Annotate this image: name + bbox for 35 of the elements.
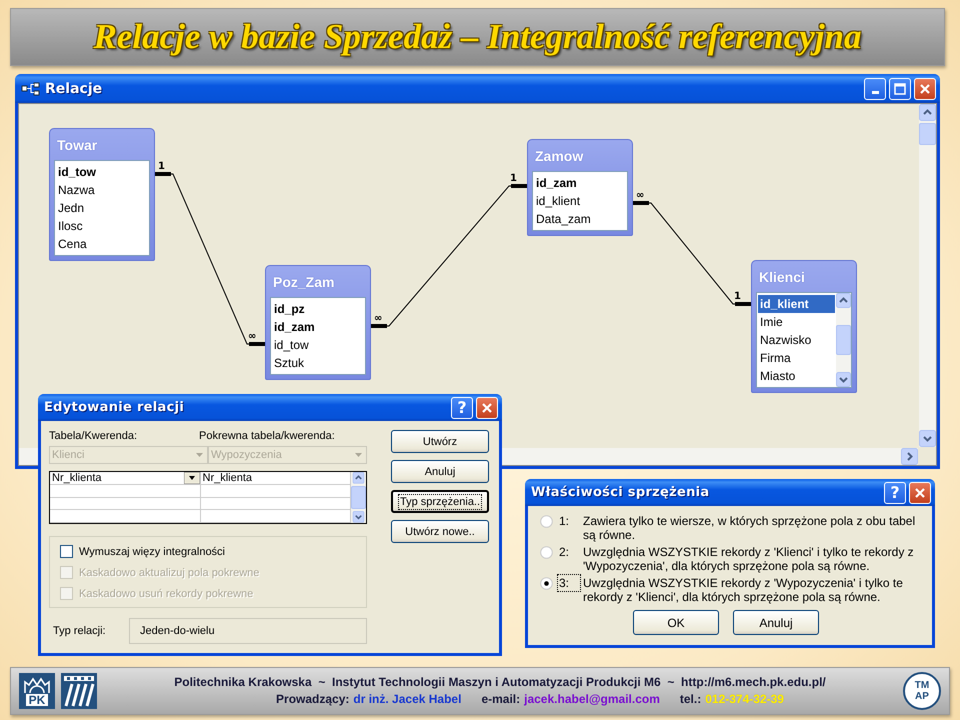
checkbox-label: Kaskadowo aktualizuj pola pokrewne	[79, 566, 260, 578]
field-label: Tabela/Kwerenda:	[49, 429, 138, 444]
checkbox-label: Wymuszaj więzy integralności	[79, 546, 226, 558]
field-label: Pokrewna tabela/kwerenda:	[199, 429, 336, 444]
cardinality-label: 1	[734, 291, 741, 302]
option-number: 3:	[559, 576, 579, 590]
option-number: 2:	[559, 545, 570, 559]
table-name: Zamow	[534, 147, 584, 166]
phone-label: tel.:	[680, 691, 702, 708]
cardinality-label: 1	[510, 173, 517, 184]
cardinality-label: ∞	[374, 313, 382, 324]
cardinality-label: 1	[158, 161, 165, 172]
phone-number: 012-374-32-39	[705, 691, 784, 708]
table-name: Klienci	[758, 268, 806, 287]
field-label: Typ relacji:	[52, 625, 107, 637]
relation-type-value: Jeden-do-wielu	[129, 618, 367, 644]
email-label: e-mail:	[481, 691, 520, 708]
slide-title: Relacje w bazie Sprzedaż – Integralność referencyjna	[93, 17, 862, 57]
table-name: Poz_Zam	[272, 273, 336, 292]
dialog-title: Właściwości sprzężenia	[531, 485, 710, 500]
lecturer-name: dr inż. Jacek Habel	[353, 691, 462, 708]
institution-line: Politechnika Krakowska ~ Instytut Technologii Maszyn i Automatyzacji Produkcji M6 ~ http://m6.mech.pk.edu.pl/	[173, 674, 827, 691]
option-text: Zawiera tylko te wiersze, w których sprzężone pola z obu tabel są równe.	[583, 514, 916, 542]
checkbox-label: Kaskadowo usuń rekordy pokrewne	[79, 588, 254, 600]
university-logo: PK	[19, 673, 55, 709]
itmap-logo: TM AP	[903, 672, 941, 710]
dialog-title: Edytowanie relacji	[44, 400, 184, 415]
window-title: Relacje	[45, 80, 102, 96]
option-text: Uwzględnia WSZYSTKIE rekordy z 'Wypozyczenia' i tylko te rekordy z 'Klienci', dla których sprzężone pola są równe.	[583, 576, 904, 604]
cardinality-label: ∞	[636, 190, 644, 201]
option-text: Uwzględnia WSZYSTKIE rekordy z 'Klienci' i tylko te rekordy z 'Wypozyczenia', dla których sprzężone pola są równe.	[583, 545, 915, 573]
option-number: 1:	[559, 514, 570, 528]
cardinality-label: ∞	[248, 331, 256, 342]
lecturer-label: Prowadzący:	[276, 691, 350, 708]
table-name: Towar	[56, 136, 98, 155]
